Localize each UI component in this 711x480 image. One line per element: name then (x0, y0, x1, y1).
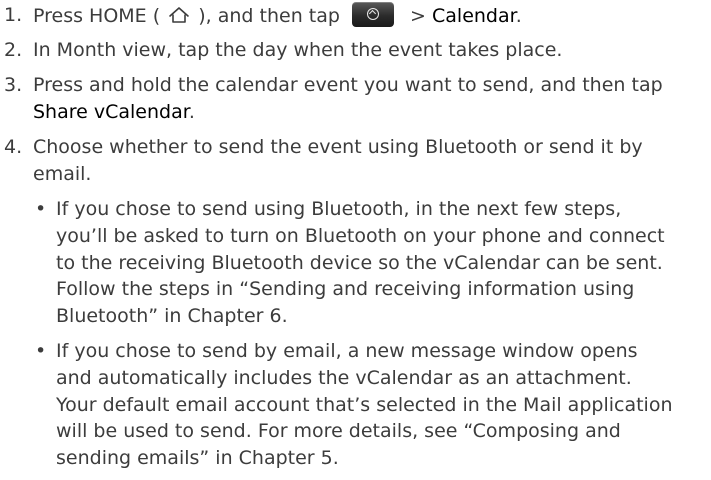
app-launcher-icon (351, 2, 394, 27)
step-text: Choose whether to send the event using B… (33, 136, 643, 185)
step-number: 1. (4, 4, 23, 26)
menu-separator: > (410, 5, 426, 27)
step-text: In Month view, tap the day when the even… (33, 39, 563, 61)
step-text: Press HOME ( (33, 5, 161, 27)
bullet-text: If you chose to send by email, a new mes… (56, 339, 673, 470)
step-number: 3. (4, 74, 23, 96)
step-3: 3. Press and hold the calendar event you… (0, 72, 676, 126)
bullet-marker: • (35, 339, 47, 362)
step-text-continued: ), and then tap (198, 5, 340, 27)
bullet-marker: • (35, 198, 47, 220)
home-icon (169, 7, 189, 23)
bullet-item-email: • If you chose to send by email, a new m… (33, 338, 676, 472)
share-vcalendar-label: Share vCalendar (33, 101, 189, 123)
step-number: 4. (4, 136, 23, 158)
step-text: Press and hold the calendar event you wa… (33, 74, 663, 96)
bullet-list: • If you chose to send using Bluetooth, … (33, 196, 676, 472)
calendar-label: Calendar (432, 5, 516, 27)
step-2: 2. In Month view, tap the day when the e… (0, 37, 676, 64)
step-4: 4. Choose whether to send the event usin… (0, 134, 676, 480)
step-end: . (188, 101, 195, 123)
bullet-item-bluetooth: • If you chose to send using Bluetooth, … (33, 196, 676, 330)
bullet-text: If you chose to send using Bluetooth, in… (56, 198, 665, 328)
step-number: 2. (4, 39, 23, 61)
step-1: 1. Press HOME ( ), and then tap > Calend… (0, 2, 676, 30)
step-end: . (515, 5, 522, 27)
